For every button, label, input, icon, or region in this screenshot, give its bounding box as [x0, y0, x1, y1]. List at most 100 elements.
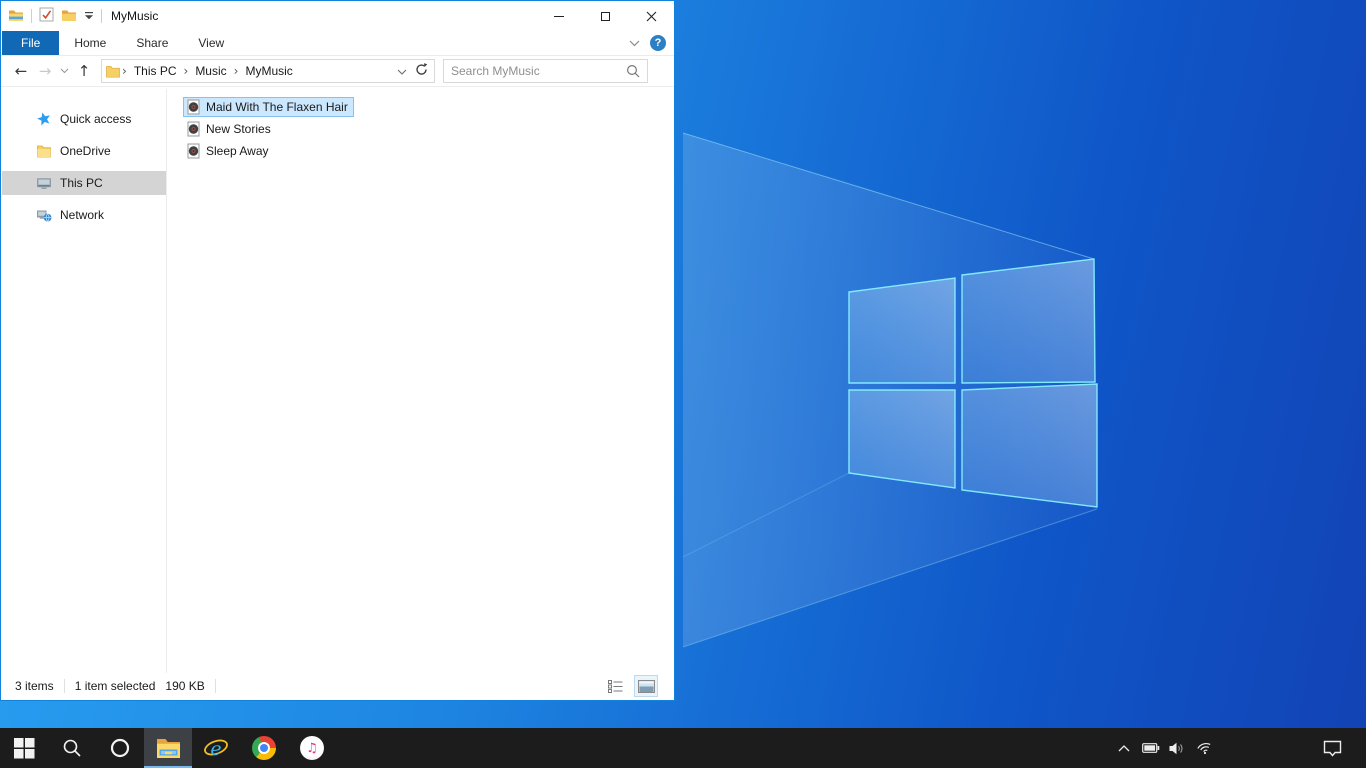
file-explorer-icon [156, 739, 180, 758]
taskbar: e ♫ [0, 728, 1366, 768]
music-file-icon [186, 121, 201, 137]
breadcrumb-chevron: › [233, 64, 239, 78]
help-icon[interactable]: ? [650, 35, 666, 51]
navigation-bar: ← → ↑ › This PC › Music › MyMusic [1, 56, 674, 87]
internet-explorer-icon: e [204, 738, 228, 760]
selection-count: 1 item selected [74, 679, 156, 693]
large-icons-view-icon [637, 679, 655, 693]
wifi-icon [1197, 742, 1211, 755]
refresh-icon[interactable] [415, 63, 428, 79]
taskbar-search-button[interactable] [48, 728, 96, 768]
taskbar-itunes-button[interactable]: ♫ [288, 728, 336, 768]
breadcrumb-chevron: › [183, 64, 189, 78]
search-box [443, 59, 648, 83]
explorer-content: Quick access OneDrive This PC Network Ma… [2, 89, 673, 673]
file-name: Sleep Away [206, 144, 269, 158]
quick-access-star-icon [36, 111, 52, 127]
chrome-icon [252, 736, 276, 760]
items-count: 3 items [15, 679, 54, 693]
itunes-icon: ♫ [300, 736, 324, 760]
separator [214, 679, 216, 693]
file-name: Maid With The Flaxen Hair [206, 100, 348, 114]
close-icon [646, 11, 656, 21]
system-tray [1110, 728, 1366, 768]
separator [101, 9, 102, 23]
search-icon[interactable] [626, 64, 640, 78]
tab-share[interactable]: Share [121, 31, 183, 55]
tab-file[interactable]: File [2, 31, 60, 55]
up-arrow-icon[interactable]: ↑ [72, 59, 96, 83]
windows-start-icon [13, 737, 34, 758]
action-center-button[interactable] [1312, 728, 1352, 768]
tab-view[interactable]: View [183, 31, 239, 55]
status-bar: 3 items 1 item selected 190 KB [2, 673, 673, 699]
large-icons-view-button[interactable] [634, 675, 658, 697]
minimize-icon [554, 15, 564, 17]
chevron-up-icon [1118, 744, 1129, 751]
cortana-button[interactable] [96, 728, 144, 768]
search-input[interactable] [451, 64, 626, 78]
customize-quick-access-dropdown-icon[interactable] [84, 9, 94, 23]
ribbon-right-controls: ? [629, 31, 674, 55]
details-view-icon [607, 679, 622, 693]
file-explorer-window: MyMusic File Home Share View ? ← → ↑ › T… [0, 0, 675, 701]
minimize-button[interactable] [536, 1, 582, 31]
battery-status-button[interactable] [1137, 728, 1164, 768]
breadcrumb-mymusic[interactable]: MyMusic [240, 64, 297, 78]
address-bar[interactable]: › This PC › Music › MyMusic [101, 59, 435, 83]
ribbon-tabs: File Home Share View ? [1, 31, 674, 56]
forward-arrow-icon[interactable]: → [33, 59, 57, 83]
back-arrow-icon[interactable]: ← [9, 59, 33, 83]
start-button[interactable] [0, 728, 48, 768]
details-view-button[interactable] [604, 676, 626, 696]
address-dropdown-chevron-icon[interactable] [397, 64, 407, 78]
show-hidden-icons-button[interactable] [1110, 728, 1137, 768]
sidebar-item-label: Network [60, 208, 105, 222]
recent-locations-chevron-icon[interactable] [57, 59, 72, 83]
onedrive-folder-icon [36, 143, 52, 159]
windows-logo-art [683, 132, 1098, 648]
breadcrumb-this-pc[interactable]: This PC [129, 64, 182, 78]
file-item-maid-with-the-flaxen-hair[interactable]: Maid With The Flaxen Hair [183, 97, 354, 117]
svg-text:e: e [210, 738, 221, 760]
navigation-pane: Quick access OneDrive This PC Network [2, 89, 167, 673]
network-computers-icon [36, 207, 52, 223]
taskbar-file-explorer-button[interactable] [144, 728, 192, 768]
title-bar: MyMusic [1, 1, 674, 31]
music-file-icon [186, 99, 201, 115]
sidebar-item-this-pc[interactable]: This PC [2, 171, 166, 195]
music-file-icon [186, 143, 201, 159]
sidebar-item-quick-access[interactable]: Quick access [2, 107, 166, 131]
volume-button[interactable] [1164, 728, 1191, 768]
wifi-button[interactable] [1191, 728, 1218, 768]
selection-size: 190 KB [165, 679, 205, 693]
maximize-icon [600, 11, 610, 21]
cortana-icon [110, 738, 130, 758]
taskbar-chrome-button[interactable] [240, 728, 288, 768]
properties-check-icon[interactable] [39, 7, 54, 25]
expand-ribbon-chevron-icon[interactable] [629, 36, 640, 50]
volume-icon [1169, 742, 1183, 754]
file-item-new-stories[interactable]: New Stories [183, 119, 277, 139]
sidebar-item-network[interactable]: Network [2, 203, 166, 227]
sidebar-item-onedrive[interactable]: OneDrive [2, 139, 166, 163]
quick-access-toolbar [8, 7, 102, 26]
this-pc-monitor-icon [36, 175, 52, 191]
taskbar-internet-explorer-button[interactable]: e [192, 728, 240, 768]
close-button[interactable] [628, 1, 674, 31]
sidebar-item-label: This PC [60, 176, 103, 190]
file-item-sleep-away[interactable]: Sleep Away [183, 141, 275, 161]
file-name: New Stories [206, 122, 271, 136]
breadcrumb-chevron: › [122, 64, 127, 78]
breadcrumb-music[interactable]: Music [190, 64, 231, 78]
new-folder-icon[interactable] [61, 7, 77, 26]
search-icon [63, 739, 81, 757]
window-title: MyMusic [111, 9, 159, 23]
file-list[interactable]: Maid With The Flaxen Hair New Stories Sl… [167, 89, 673, 673]
battery-icon [1141, 743, 1159, 753]
sidebar-item-label: Quick access [60, 112, 132, 126]
file-explorer-icon [8, 7, 24, 26]
tab-home[interactable]: Home [59, 31, 121, 55]
window-controls [536, 1, 674, 31]
maximize-button[interactable] [582, 1, 628, 31]
